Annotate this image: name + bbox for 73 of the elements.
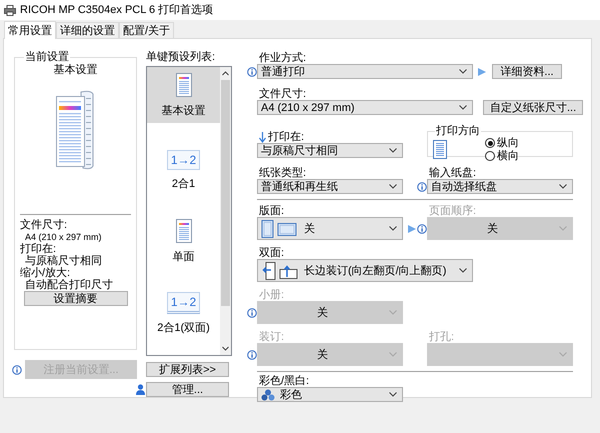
chevron-down-icon — [559, 352, 567, 357]
field-label: 装订: — [259, 332, 284, 343]
chevron-down-icon — [389, 310, 397, 315]
push-button[interactable]: 自定义纸张尺寸... — [483, 100, 584, 115]
chevron-down-icon — [389, 352, 397, 357]
push-button[interactable]: 详细资料... — [492, 64, 562, 79]
info-icon[interactable] — [247, 66, 257, 76]
dropdown[interactable]: 自动选择纸盘 — [427, 179, 573, 194]
field-label: 彩色/黑白: — [259, 376, 310, 387]
field-label: 打印在: — [268, 132, 304, 143]
dropdown[interactable]: 长边装订(向左翻页/向上翻页) — [257, 259, 473, 282]
printer-icon — [4, 4, 16, 16]
chevron-down-icon — [389, 392, 397, 397]
summary-value: 自动配合打印尺寸 — [24, 279, 114, 291]
group-title: 当前设置 — [24, 51, 70, 63]
chevron-down-icon — [459, 69, 467, 74]
manage-button[interactable]: 管理... — [146, 382, 229, 397]
combine-duplex-icon: 1→2 — [166, 292, 200, 314]
dropdown[interactable]: 与原稿尺寸相同 — [257, 143, 403, 158]
group-title: 打印方向 — [435, 125, 481, 137]
color-dots-icon — [261, 388, 275, 400]
field-label: 版面: — [259, 206, 284, 217]
field-label: 双面: — [259, 248, 284, 259]
radio-option[interactable]: 纵向 — [485, 137, 519, 149]
tab[interactable]: 配置/关于 — [119, 22, 174, 38]
chevron-down-icon — [459, 105, 467, 110]
tab[interactable]: 常用设置 — [4, 21, 56, 39]
scroll-down-icon[interactable] — [222, 346, 229, 351]
window-title: RICOH MP C3504ex PCL 6 打印首选项 — [20, 4, 214, 16]
dropdown[interactable]: A4 (210 x 297 mm) — [257, 100, 473, 115]
down-arrow-icon — [259, 132, 266, 143]
duplex-icon — [261, 262, 299, 280]
field-label: 打孔: — [429, 332, 454, 343]
dropdown[interactable]: 关 — [257, 217, 403, 240]
preset-item[interactable]: 单面 — [147, 203, 220, 275]
field-label: 小册: — [259, 290, 284, 301]
chevron-down-icon — [559, 226, 567, 231]
preset-name: 基本设置 — [54, 64, 98, 76]
chevron-down-icon — [389, 184, 397, 189]
preset-item[interactable]: 基本设置 — [147, 67, 220, 123]
summary-button[interactable]: 设置摘要 — [24, 291, 128, 306]
summary-value: A4 (210 x 297 mm) — [24, 231, 103, 243]
summary-value: 与原稿尺寸相同 — [25, 255, 103, 267]
radio-option[interactable]: 横向 — [485, 150, 519, 162]
dropdown[interactable]: 彩色 — [257, 387, 403, 402]
summary-label: 缩小/放大: — [20, 267, 72, 279]
info-icon[interactable] — [417, 182, 427, 192]
page-layout-icon — [261, 220, 299, 238]
document-icon — [176, 219, 192, 243]
field-label: 纸张类型: — [259, 168, 306, 179]
chevron-down-icon — [389, 148, 397, 153]
field-label: 输入纸盘: — [429, 168, 476, 179]
dropdown[interactable]: 普通打印 — [257, 64, 473, 79]
chevron-down-icon — [389, 226, 397, 231]
list-label: 单键预设列表: — [146, 51, 216, 63]
field-label: 页面顺序: — [429, 206, 476, 217]
portrait-page-icon — [433, 140, 447, 159]
summary-label: 打印在: — [20, 243, 58, 255]
scroll-up-icon[interactable] — [222, 71, 229, 76]
chevron-down-icon — [459, 268, 467, 273]
preset-item[interactable]: 1→2 2合1(双面) — [147, 275, 220, 347]
dropdown[interactable]: 普通纸和再生纸 — [257, 179, 403, 194]
scrollbar[interactable] — [220, 67, 231, 355]
summary-label: 文件尺寸: — [20, 219, 68, 231]
preset-item[interactable]: 1→2 2合1 — [147, 123, 220, 203]
field-label: 作业方式: — [259, 53, 306, 64]
expand-list-button[interactable]: 扩展列表>> — [146, 362, 229, 377]
user-icon — [136, 384, 145, 395]
tab[interactable]: 详细的设置 — [56, 22, 119, 38]
combine-pages-icon: 1→2 — [166, 150, 200, 170]
document-icon — [176, 73, 192, 97]
chevron-down-icon — [559, 184, 567, 189]
field-label: 文件尺寸: — [259, 89, 306, 100]
